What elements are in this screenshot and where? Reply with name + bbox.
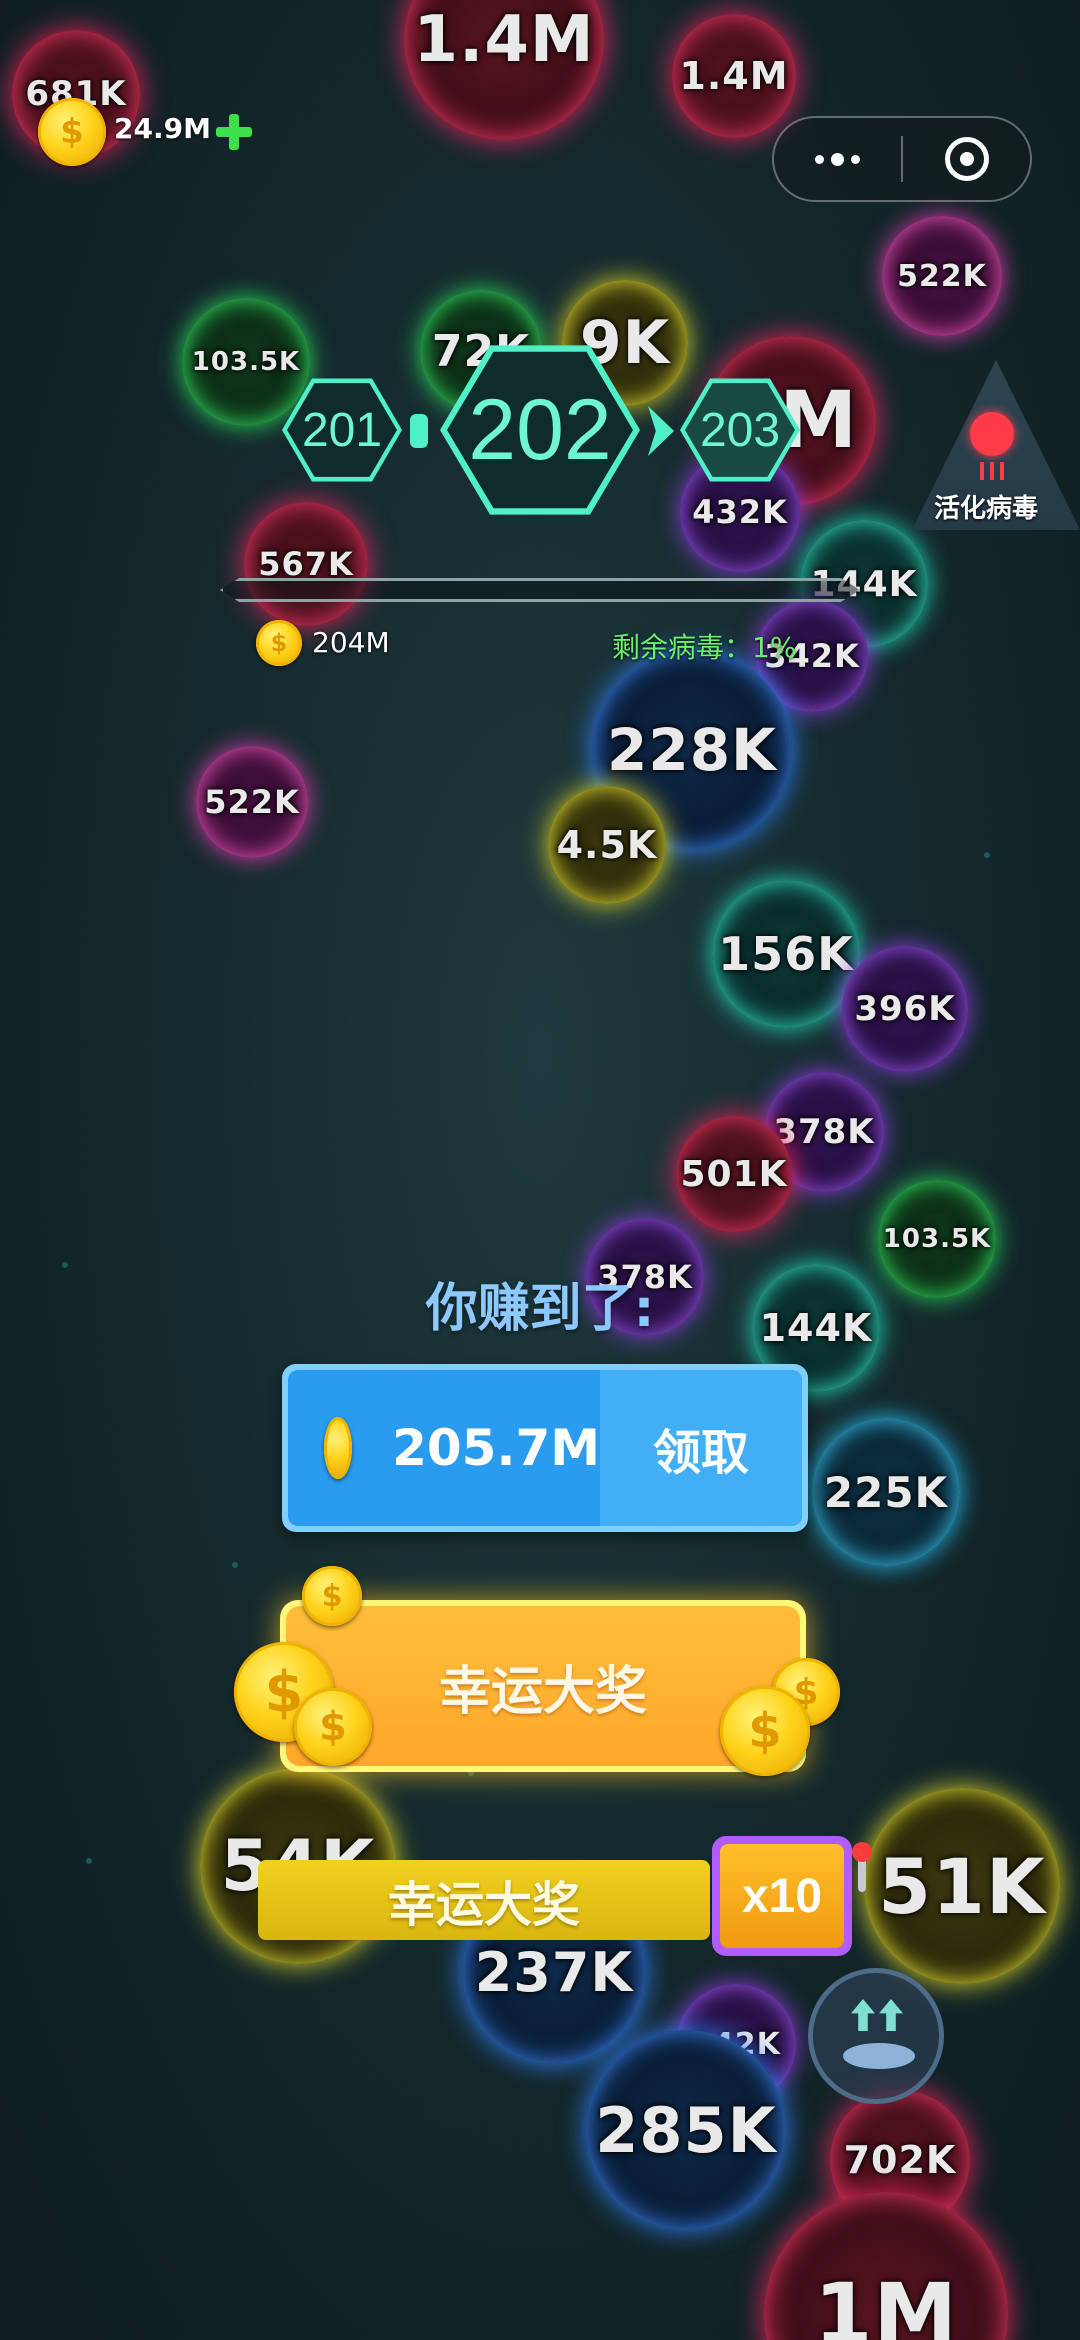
slot-lever-icon xyxy=(852,1842,872,1892)
virus-alert-bars xyxy=(980,462,1004,480)
multiplier-label: x10 xyxy=(741,1869,823,1923)
virus-bubble[interactable]: 4.5K xyxy=(548,786,666,904)
level-next-number: 203 xyxy=(699,403,781,457)
coin-icon: $ xyxy=(302,1566,362,1626)
virus-bubble[interactable]: 1M xyxy=(764,2192,1008,2340)
more-button[interactable] xyxy=(774,118,901,200)
coin-icon: $ xyxy=(720,1686,810,1776)
earned-title: 你赚到了: xyxy=(425,1279,655,1339)
lucky-prize-label: 幸运大奖 xyxy=(438,1661,647,1722)
claim-label: 领取 xyxy=(652,1425,749,1481)
virus-bubble[interactable]: 522K xyxy=(196,746,308,858)
virus-bubble[interactable]: 1.4M xyxy=(404,0,604,140)
level-progress-bar xyxy=(220,578,860,602)
add-currency-button[interactable] xyxy=(212,110,256,154)
coin-icon: $ xyxy=(38,98,106,166)
miniprogram-capsule xyxy=(772,116,1032,202)
activate-virus-label: 活化病毒 xyxy=(934,494,1039,524)
claim-button[interactable]: 领取 xyxy=(600,1370,802,1526)
remaining-virus-text: 剩余病毒：1% xyxy=(612,631,797,664)
target-icon xyxy=(944,137,989,181)
reward-box: 205.7M 领取 xyxy=(282,1364,808,1532)
virus-alert-icon xyxy=(970,412,1014,456)
upgrade-arrows-icon xyxy=(851,1999,907,2035)
close-miniprogram-button[interactable] xyxy=(903,118,1030,200)
virus-bubble[interactable]: 567K xyxy=(244,502,368,626)
level-current-number: 202 xyxy=(468,381,612,478)
upgrade-button[interactable] xyxy=(808,1968,944,2104)
lucky-prize-bar-label: 幸运大奖 xyxy=(387,1877,580,1933)
multiplier-box: x10 xyxy=(712,1836,852,1956)
virus-bubble[interactable]: 285K xyxy=(586,2030,786,2230)
platform-icon xyxy=(843,2043,915,2069)
virus-bubble[interactable]: 51K xyxy=(864,1788,1060,1984)
virus-bubble[interactable]: 522K xyxy=(882,216,1002,336)
level-reward-amount: 204M xyxy=(312,626,390,659)
virus-bubble[interactable]: 156K xyxy=(712,880,860,1028)
coin-icon: $ xyxy=(294,1688,372,1766)
plus-icon xyxy=(229,114,239,150)
coin-icon xyxy=(324,1417,353,1479)
virus-bubble[interactable]: 225K xyxy=(812,1418,960,1566)
level-arrow-icon xyxy=(648,406,674,456)
virus-bubble[interactable]: 103.5K xyxy=(182,298,310,426)
lucky-prize-bar[interactable]: 幸运大奖 xyxy=(258,1860,710,1940)
virus-bubble[interactable]: 396K xyxy=(842,946,968,1072)
coin-icon: $ xyxy=(256,620,302,666)
currency-amount: 24.9M xyxy=(114,112,211,145)
more-dots-icon xyxy=(815,152,860,166)
level-prev-number: 201 xyxy=(301,403,383,457)
level-connector xyxy=(410,414,428,448)
reward-amount: 205.7M xyxy=(392,1419,600,1477)
virus-bubble[interactable]: 501K xyxy=(676,1116,792,1232)
